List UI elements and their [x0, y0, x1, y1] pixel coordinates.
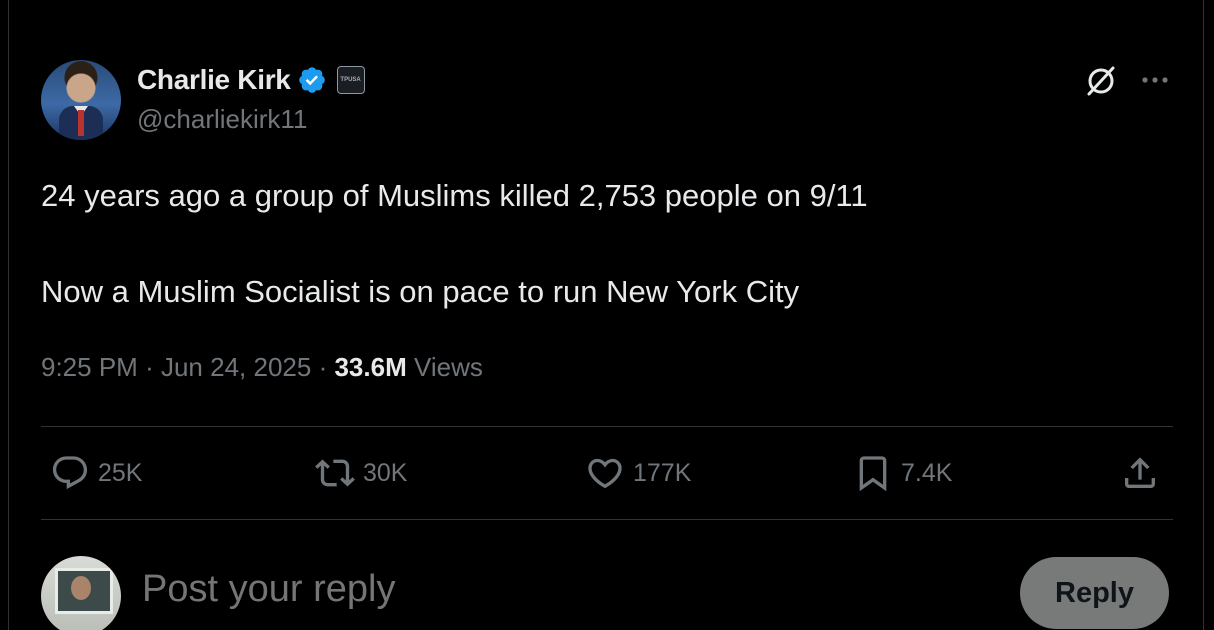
heart-icon — [588, 458, 622, 489]
reply-action[interactable]: 25K — [50, 452, 142, 494]
tweet-text: 24 years ago a group of Muslims killed 2… — [41, 172, 1171, 316]
share-action[interactable] — [1120, 452, 1160, 494]
repost-action[interactable]: 30K — [315, 452, 407, 494]
views-count[interactable]: 33.6M — [334, 352, 406, 382]
author-name-row: Charlie Kirk TPUSA — [137, 62, 365, 98]
reply-button[interactable]: Reply — [1020, 557, 1169, 629]
affiliation-badge-icon[interactable]: TPUSA — [336, 66, 365, 94]
bookmark-count: 7.4K — [901, 458, 953, 487]
reply-icon — [52, 456, 88, 490]
avatar-tie — [78, 110, 84, 136]
grok-icon[interactable] — [1083, 62, 1119, 98]
verified-badge-icon[interactable] — [297, 65, 327, 95]
like-count: 177K — [633, 458, 692, 487]
meta-separator-2: · — [318, 352, 328, 382]
like-action[interactable]: 177K — [585, 452, 691, 494]
reply-input[interactable] — [142, 568, 842, 611]
repost-count: 30K — [363, 458, 408, 487]
divider-bottom — [41, 519, 1173, 520]
tweet-line-2: Now a Muslim Socialist is on pace to run… — [41, 274, 800, 309]
views-label: Views — [413, 352, 483, 382]
meta-separator-1: · — [145, 352, 154, 382]
divider-top — [41, 426, 1173, 427]
repost-icon — [315, 459, 355, 487]
more-icon[interactable] — [1138, 66, 1172, 94]
tweet-line-gap — [41, 220, 1171, 268]
tweet-line-1: 24 years ago a group of Muslims killed 2… — [41, 178, 868, 213]
share-icon — [1125, 457, 1155, 488]
author-handle[interactable]: @charliekirk11 — [137, 104, 307, 135]
bookmark-action[interactable]: 7.4K — [853, 452, 952, 494]
user-avatar-face — [71, 576, 91, 600]
column-border-right — [1203, 0, 1204, 630]
tweet-detail-view: Charlie Kirk TPUSA @charliekirk11 24 yea… — [0, 0, 1214, 630]
bookmark-icon — [859, 456, 887, 492]
affiliation-badge-text: TPUSA — [340, 77, 361, 83]
author-name[interactable]: Charlie Kirk — [137, 64, 291, 96]
tweet-time[interactable]: 9:25 PM — [41, 352, 138, 382]
reply-count: 25K — [98, 458, 143, 487]
author-avatar[interactable] — [41, 60, 121, 140]
user-avatar[interactable] — [41, 556, 121, 630]
column-border-left — [8, 0, 9, 630]
tweet-date[interactable]: Jun 24, 2025 — [161, 352, 311, 382]
tweet-meta: 9:25 PM · Jun 24, 2025 · 33.6M Views — [41, 352, 483, 383]
